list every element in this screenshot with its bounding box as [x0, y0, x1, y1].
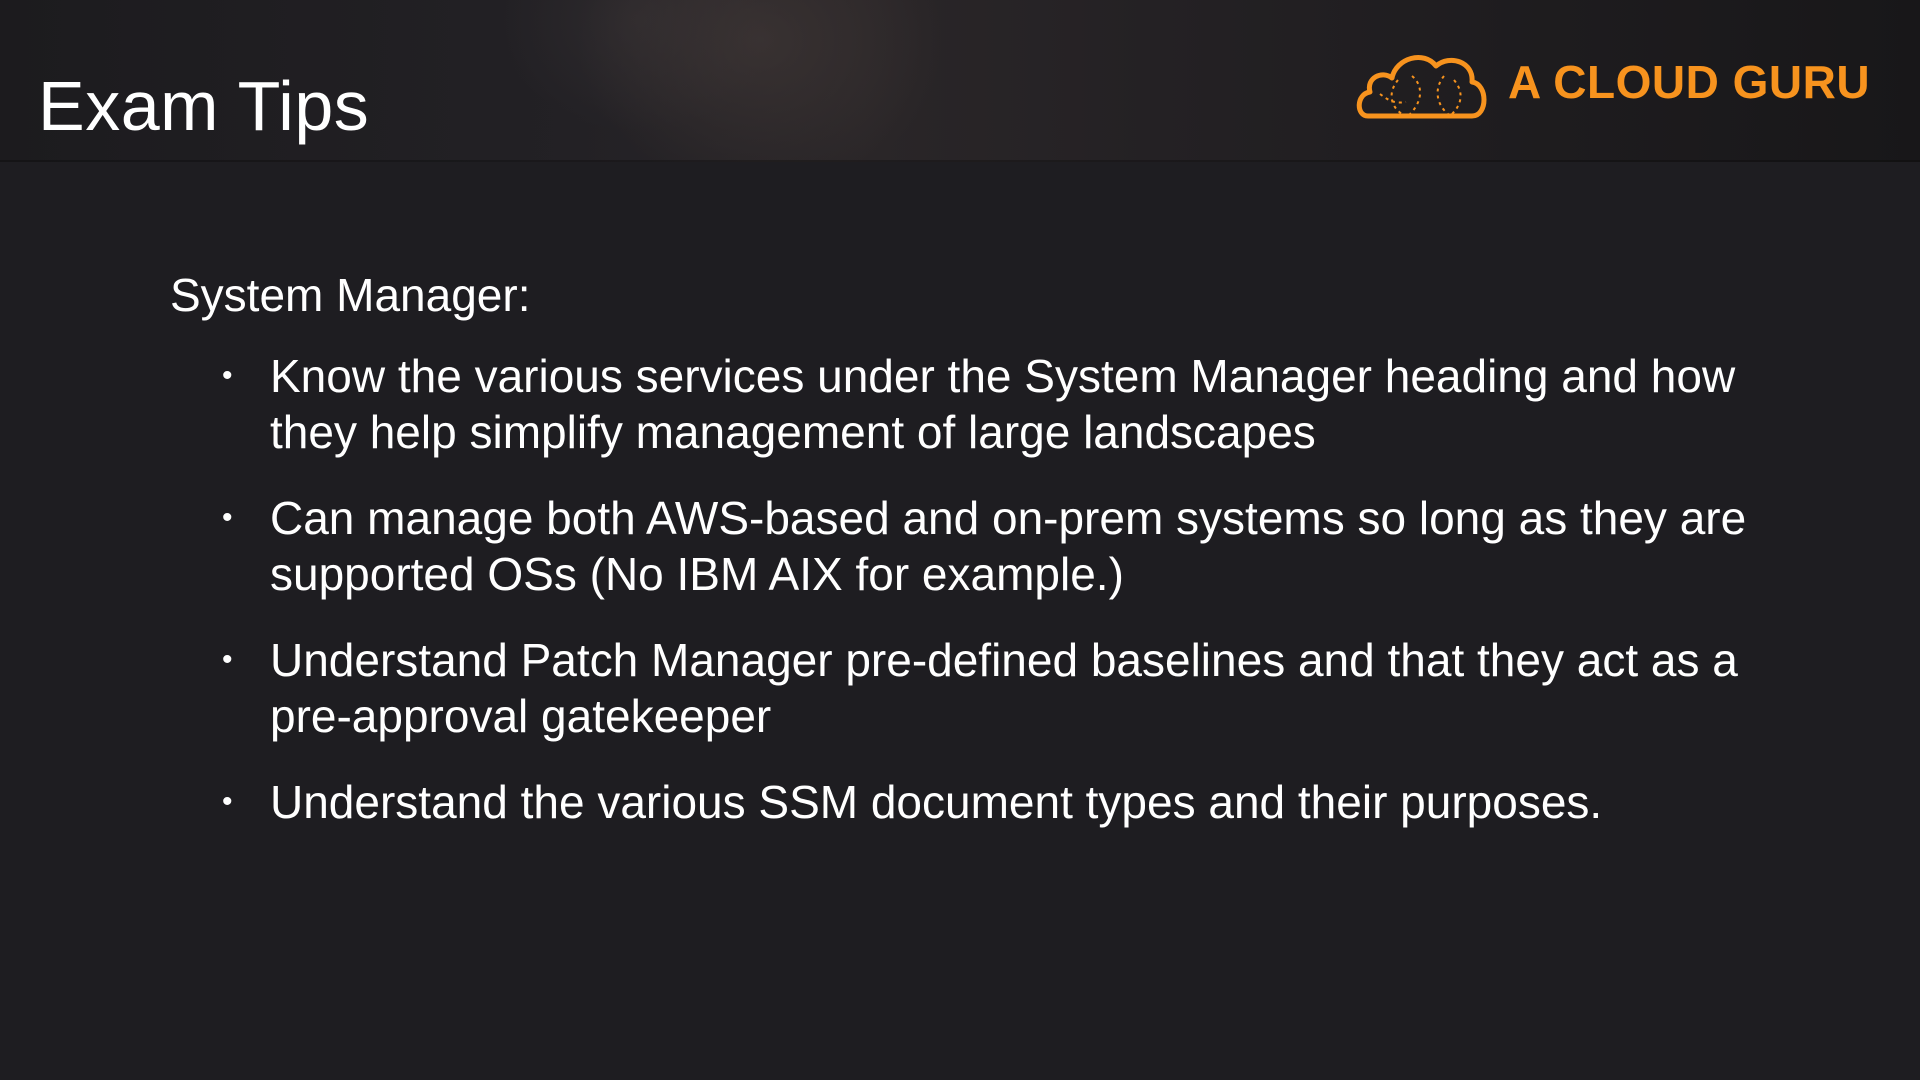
- tip-text: Understand Patch Manager pre-defined bas…: [270, 634, 1738, 742]
- slide: Exam Tips A CLOUD GURU System Manager: •…: [0, 0, 1920, 1080]
- content: System Manager: • Know the various servi…: [170, 266, 1810, 860]
- tip-text: Understand the various SSM document type…: [270, 776, 1603, 828]
- bullet-icon: •: [222, 359, 233, 392]
- tip-text: Can manage both AWS-based and on-prem sy…: [270, 492, 1747, 600]
- tip-text: Know the various services under the Syst…: [270, 350, 1736, 458]
- header-bar: Exam Tips A CLOUD GURU: [0, 0, 1920, 162]
- cloud-logo-icon: [1356, 55, 1487, 119]
- bullet-icon: •: [222, 501, 233, 534]
- brand: A CLOUD GURU: [1354, 40, 1870, 124]
- list-item: • Know the various services under the Sy…: [170, 348, 1830, 460]
- section-heading: System Manager:: [170, 269, 531, 321]
- tips-list: • Know the various services under the Sy…: [170, 348, 1810, 830]
- bullet-icon: •: [222, 785, 233, 818]
- list-item: • Can manage both AWS-based and on-prem …: [170, 490, 1830, 602]
- bullet-icon: •: [222, 643, 233, 676]
- page-title: Exam Tips: [38, 67, 370, 145]
- list-item: • Understand the various SSM document ty…: [170, 774, 1830, 830]
- list-item: • Understand Patch Manager pre-defined b…: [170, 632, 1830, 744]
- brand-name: A CLOUD GURU: [1508, 56, 1871, 108]
